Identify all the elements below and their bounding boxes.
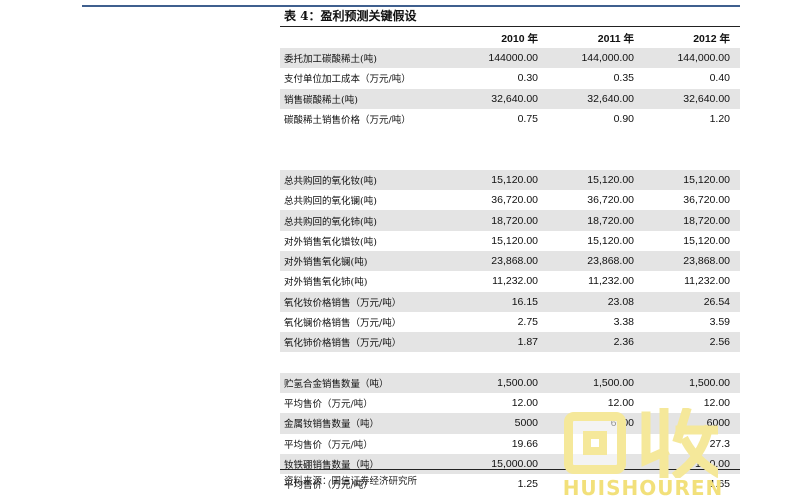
row-value: 2.75 bbox=[517, 316, 538, 328]
table-row: 对外销售氧化镧(吨) 23,868.00 23,868.00 23,868.00 bbox=[280, 250, 740, 272]
row-value: 15,120.00 bbox=[683, 173, 730, 186]
row-value: 1,500.00 bbox=[593, 376, 634, 389]
row-value: 2.56 bbox=[709, 336, 730, 349]
row-value: 1.20 bbox=[709, 113, 730, 126]
year-header-2011: 2011 年 bbox=[597, 32, 634, 45]
row-value: 2.36 bbox=[613, 336, 634, 349]
source-note: 资料来源：国信证券经济研究所 bbox=[284, 476, 418, 487]
table-row: 总共购回的氧化镧(吨) 36,720.00 36,720.00 36,720.00 bbox=[280, 190, 740, 210]
row-value: 26.54 bbox=[703, 295, 730, 308]
row-value: 15,120.00 bbox=[683, 234, 730, 247]
header-rule bbox=[82, 5, 280, 7]
row-value: 36,720.00 bbox=[491, 194, 538, 207]
row-value: 15,000.00 bbox=[491, 458, 538, 471]
table-spacer-row bbox=[280, 149, 740, 169]
row-value: 144,000.00 bbox=[581, 52, 634, 65]
row-value: 12.00 bbox=[511, 397, 538, 410]
row-value: 0.40 bbox=[709, 72, 730, 85]
table-row: 支付单位加工成本（万元/吨） 0.30 0.35 0.40 bbox=[280, 68, 740, 88]
row-value: 19.66 bbox=[511, 437, 538, 450]
row-value: 11,232.00 bbox=[492, 275, 538, 288]
row-value: 23,868.00 bbox=[683, 255, 730, 268]
watermark-logo: HUISHOUREN bbox=[548, 408, 738, 500]
row-value: 1,500.00 bbox=[497, 376, 538, 389]
row-value: 144,000.00 bbox=[677, 52, 730, 65]
row-value: 0.30 bbox=[517, 72, 538, 85]
row-value: 15,120.00 bbox=[587, 234, 634, 247]
row-value: 32,640.00 bbox=[491, 92, 538, 105]
year-header-2010: 2010 年 bbox=[501, 32, 538, 45]
row-value: 36,720.00 bbox=[683, 194, 730, 207]
row-value: 15,120.00 bbox=[491, 234, 538, 247]
row-value: 5000 bbox=[514, 417, 538, 430]
row-value: 3.59 bbox=[709, 316, 730, 328]
table-row: 贮氢合金销售数量（吨） 1,500.00 1,500.00 1,500.00 bbox=[280, 372, 740, 394]
table-row: 委托加工碳酸稀土(吨) 144000.00 144,000.00 144,000.00 bbox=[280, 48, 740, 69]
row-value: 18,720.00 bbox=[587, 214, 634, 227]
table-spacer-row bbox=[280, 129, 740, 149]
table-row: 氧化铈价格销售（万元/吨） 1.87 2.36 2.56 bbox=[280, 332, 740, 353]
table-row: 对外销售氧化铈(吨) 11,232.00 11,232.00 11,232.00 bbox=[280, 271, 740, 291]
watermark-shou-glyph bbox=[641, 408, 718, 478]
row-value: 1.87 bbox=[517, 336, 538, 349]
row-value: 144000.00 bbox=[488, 52, 538, 65]
watermark-text: HUISHOUREN bbox=[562, 476, 724, 500]
row-value: 18,720.00 bbox=[491, 214, 538, 227]
row-value: 32,640.00 bbox=[683, 92, 730, 105]
table-row: 对外销售氧化镨钕(吨) 15,120.00 15,120.00 15,120.00 bbox=[280, 231, 740, 251]
table-header-row: 2010 年 2011 年 2012 年 bbox=[280, 28, 740, 48]
row-value: 18,720.00 bbox=[683, 214, 730, 227]
row-value: 36,720.00 bbox=[587, 194, 634, 207]
row-value: 0.35 bbox=[613, 72, 634, 85]
row-value: 23,868.00 bbox=[491, 255, 538, 268]
watermark-hui-glyph bbox=[564, 412, 626, 474]
table-spacer-row bbox=[280, 352, 740, 372]
table-row: 氧化镧价格销售（万元/吨） 2.75 3.38 3.59 bbox=[280, 312, 740, 332]
row-value: 3.38 bbox=[613, 316, 634, 328]
row-value: 0.75 bbox=[517, 113, 538, 126]
table-row: 总共购回的氧化钕(吨) 15,120.00 15,120.00 15,120.00 bbox=[280, 169, 740, 191]
table-row: 销售碳酸稀土(吨) 32,640.00 32,640.00 32,640.00 bbox=[280, 88, 740, 109]
row-value: 1,500.00 bbox=[689, 376, 730, 389]
table-row: 总共购回的氧化铈(吨) 18,720.00 18,720.00 18,720.00 bbox=[280, 210, 740, 231]
table-row: 氧化钕价格销售（万元/吨） 16.15 23.08 26.54 bbox=[280, 291, 740, 312]
row-value: 15,120.00 bbox=[587, 173, 634, 186]
table-row: 碳酸稀土销售价格（万元/吨） 0.75 0.90 1.20 bbox=[280, 109, 740, 129]
row-value: 23,868.00 bbox=[587, 255, 634, 268]
year-header-2012: 2012 年 bbox=[693, 32, 730, 45]
row-value: 0.90 bbox=[613, 113, 634, 126]
row-value: 32,640.00 bbox=[587, 92, 634, 105]
row-value: 11,232.00 bbox=[684, 275, 730, 288]
row-value: 23.08 bbox=[607, 295, 634, 308]
row-value: 16.15 bbox=[511, 295, 538, 308]
row-value: 11,232.00 bbox=[588, 275, 634, 288]
row-value: 15,120.00 bbox=[491, 173, 538, 186]
table-caption: 表 4：盈利预测关键假设 bbox=[280, 5, 740, 27]
row-value: 1.25 bbox=[517, 478, 538, 491]
